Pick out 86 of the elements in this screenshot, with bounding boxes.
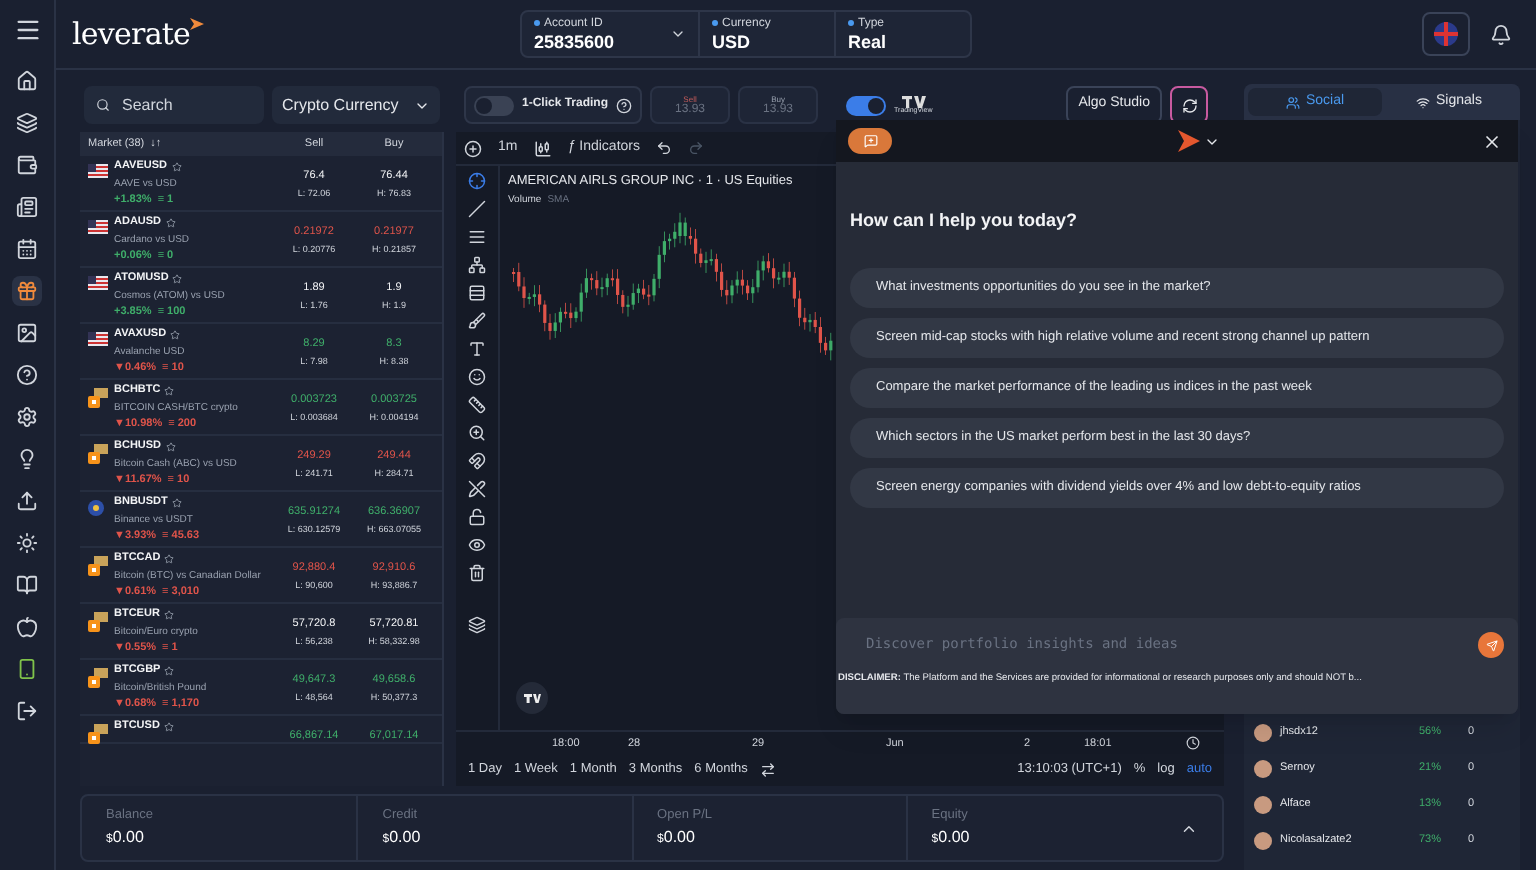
currency-pair-icon (88, 388, 108, 408)
currency-pair-icon (88, 612, 108, 632)
star-icon[interactable] (164, 386, 175, 397)
star-icon[interactable] (163, 722, 174, 733)
layers-icon[interactable] (468, 616, 486, 634)
users-icon (1285, 95, 1300, 109)
text-icon[interactable] (468, 340, 486, 358)
star-icon[interactable] (172, 274, 183, 285)
image-icon[interactable] (12, 318, 42, 348)
tradingview-logo-icon (901, 95, 926, 108)
field-value: 25835600 (534, 33, 615, 51)
upload-icon[interactable] (12, 486, 42, 516)
logo-text: leverate (72, 13, 191, 56)
currency-pair-icon (88, 556, 108, 576)
new-chat-icon (863, 134, 877, 148)
chevron-icon[interactable] (670, 26, 686, 42)
newspaper-icon[interactable] (12, 192, 42, 222)
star-icon[interactable] (170, 330, 181, 341)
pen-icon[interactable] (468, 480, 486, 498)
send-icon (1485, 639, 1497, 651)
flag-icon (1434, 22, 1458, 46)
crosshair-icon[interactable] (468, 172, 486, 190)
bell-icon[interactable] (1490, 23, 1512, 45)
search-field[interactable]: Search (84, 86, 264, 124)
search-icon (96, 98, 110, 112)
assistant-greeting: How can I help you today? (848, 208, 1080, 234)
menu-icon[interactable] (13, 16, 41, 44)
sun-icon[interactable] (12, 528, 42, 558)
wallet-icon[interactable] (12, 150, 42, 180)
star-icon[interactable] (164, 666, 175, 677)
clock-icon[interactable] (1186, 736, 1200, 750)
new-chat-button[interactable] (848, 128, 892, 154)
rows-icon[interactable] (468, 284, 486, 302)
star-icon[interactable] (164, 554, 175, 565)
logo-arrow-icon (190, 18, 205, 33)
star-icon[interactable] (171, 498, 182, 509)
close-icon[interactable] (1482, 131, 1502, 151)
brush-icon[interactable] (468, 312, 486, 330)
language-button[interactable] (1422, 12, 1470, 56)
flag-icon (88, 276, 108, 290)
toggle-switch[interactable] (474, 95, 514, 115)
star-icon[interactable] (165, 218, 176, 229)
tradingview-logo-icon (516, 682, 548, 714)
coin-icon (88, 500, 104, 516)
eye-icon[interactable] (468, 536, 486, 554)
send-button[interactable] (1478, 632, 1504, 658)
lock-icon[interactable] (468, 508, 486, 526)
help-icon[interactable] (616, 97, 633, 113)
network-icon[interactable] (468, 256, 486, 274)
currency-pair-icon (88, 668, 108, 688)
currency-pair-icon (88, 444, 108, 464)
assistant-logo-icon (1178, 130, 1200, 152)
field-value: USD (712, 33, 753, 51)
flag-icon (88, 332, 108, 346)
gift-icon[interactable] (12, 276, 42, 306)
zoom-icon[interactable] (468, 424, 486, 442)
undo-icon[interactable] (656, 140, 672, 156)
lines-icon[interactable] (468, 228, 486, 246)
refresh-icon (1181, 97, 1197, 113)
currency-pair-icon (88, 724, 108, 744)
ruler-icon[interactable] (468, 396, 486, 414)
signal-icon (1416, 95, 1431, 109)
layers-icon[interactable] (12, 108, 42, 138)
book-icon[interactable] (12, 570, 42, 600)
trash-icon[interactable] (468, 564, 486, 582)
candles-icon[interactable] (533, 139, 552, 157)
line-icon[interactable] (468, 200, 486, 218)
toggle-switch[interactable] (846, 95, 887, 115)
settings-icon[interactable] (12, 402, 42, 432)
home-icon[interactable] (12, 66, 42, 96)
star-icon[interactable] (171, 162, 181, 173)
smile-icon[interactable] (468, 368, 486, 386)
add-icon[interactable] (464, 139, 482, 157)
magnet-icon[interactable] (468, 452, 486, 470)
logout-icon[interactable] (12, 696, 42, 726)
flag-icon (88, 220, 108, 234)
calendar-icon[interactable] (12, 234, 42, 264)
star-icon[interactable] (165, 442, 176, 453)
date-range-icon[interactable] (759, 762, 776, 778)
field-value: Real (848, 33, 887, 51)
search-placeholder: Search (122, 93, 173, 117)
help-icon[interactable] (12, 360, 42, 390)
flag-icon (88, 164, 108, 178)
apple-icon[interactable] (12, 612, 42, 642)
category-dropdown[interactable]: Crypto Currency (272, 86, 440, 124)
star-icon[interactable] (163, 610, 174, 621)
